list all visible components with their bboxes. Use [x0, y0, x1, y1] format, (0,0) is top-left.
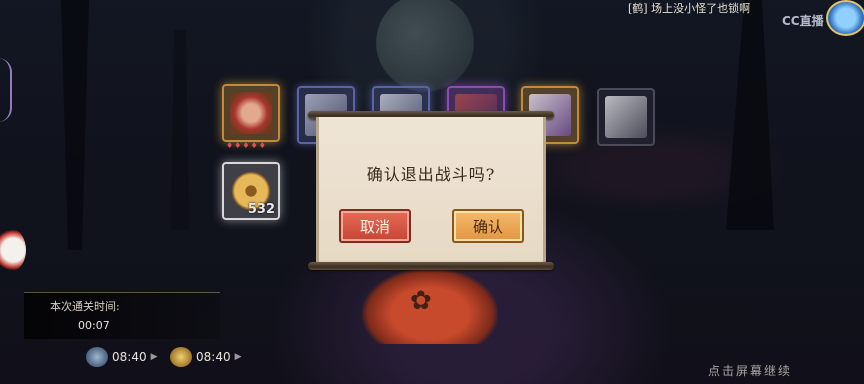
left-edge-decoration [0, 58, 12, 122]
pot-emblem-icon: ✿ [410, 286, 432, 316]
stage-info-panel: 本次通关时间: 00:07 [24, 292, 220, 339]
dialog-title: 确认退出战斗吗? [366, 165, 496, 184]
item-quantity: 532 [247, 202, 275, 217]
clear-time-label: 本次通关时间: [50, 300, 120, 313]
timer-value: 08:40 [196, 350, 231, 364]
tap-to-continue-hint[interactable]: 点击屏幕继续 [708, 362, 792, 379]
ticket-icon [86, 347, 108, 367]
rarity-stars: ♦♦♦♦♦ [226, 141, 267, 150]
chevron-right-icon: ▶ [150, 352, 158, 362]
top-status-text: [鹤] 场上没小怪了也锁啊 [628, 2, 751, 15]
chevron-right-icon: ▶ [234, 352, 242, 362]
scroll-rod-bottom [308, 262, 554, 270]
player-avatar[interactable] [826, 0, 864, 36]
cancel-button[interactable]: 取消 [339, 209, 411, 243]
confirm-button[interactable]: 确认 [452, 209, 524, 243]
coin-ticket-icon [170, 347, 192, 367]
reward-slot-plain[interactable] [597, 88, 655, 146]
timer-coin-ticket: 08:40 ▶ [170, 346, 242, 368]
cc-logo: CC直播 [782, 14, 824, 28]
timer-value: 08:40 [112, 350, 147, 364]
reward-slot-coin[interactable]: 532 [222, 162, 280, 220]
shikigami-portrait-icon [230, 92, 272, 134]
item-icon [605, 96, 647, 138]
exit-battle-dialog: 确认退出战斗吗? 取消 确认 [316, 117, 546, 264]
timer-ticket: 08:40 ▶ [86, 346, 158, 368]
clear-time-value: 00:07 [78, 319, 110, 332]
reward-slot-shikigami[interactable] [222, 84, 280, 142]
